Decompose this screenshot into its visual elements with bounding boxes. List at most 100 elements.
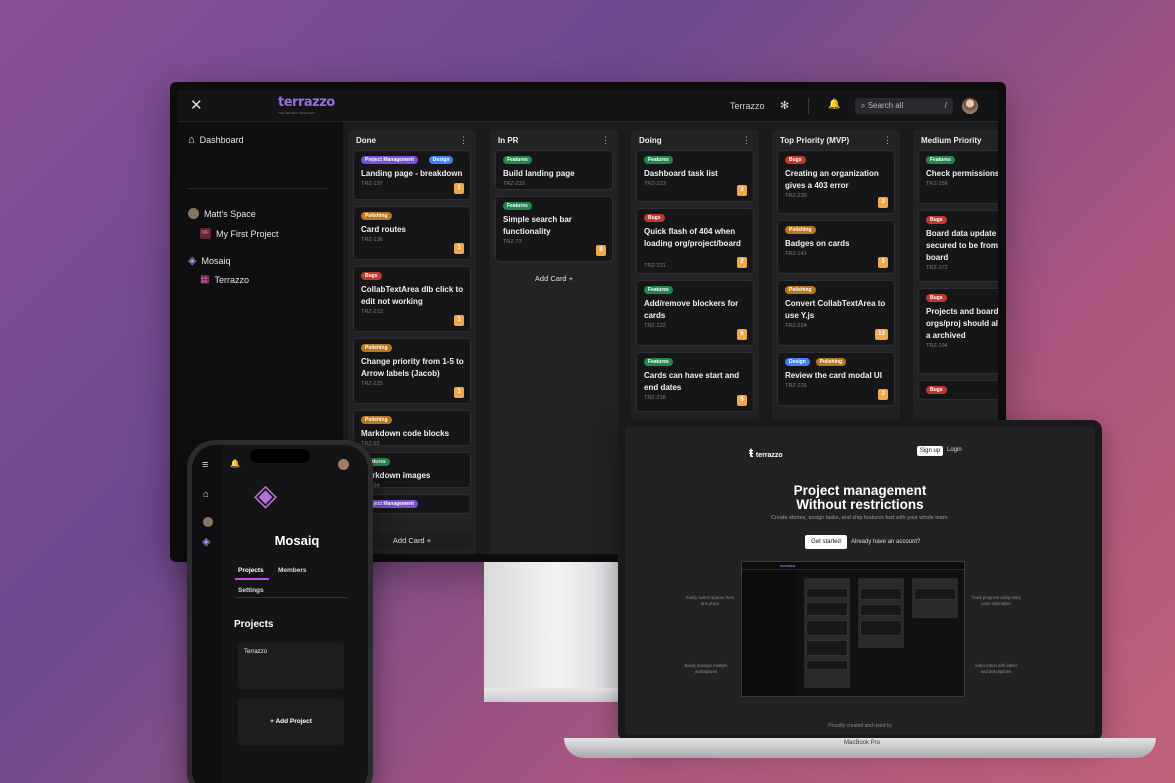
task-card[interactable]: Features Simple search bar functionality T…: [495, 196, 613, 262]
close-icon[interactable]: ✕: [190, 96, 203, 114]
laptop-screen: ŧ terrazzo Sign up Login Project managem…: [625, 427, 1095, 735]
card-title: Markdown code blocks: [361, 429, 450, 438]
sidebar-item-space[interactable]: Matt's Space: [188, 208, 256, 219]
task-card[interactable]: Polishing Convert CollabTextArea to use Y…: [777, 280, 895, 346]
gear-icon[interactable]: ✻: [780, 99, 789, 112]
user-avatar[interactable]: [338, 459, 349, 470]
card-tag: Bugs: [926, 386, 947, 394]
app-preview: terrazzo: [741, 561, 965, 697]
tab-members[interactable]: Members: [278, 567, 307, 574]
user-avatar[interactable]: [962, 98, 978, 114]
card-id: TRZ-141: [785, 251, 807, 257]
feature-note-right-2: Add context with labels and descriptions: [974, 663, 1018, 674]
card-title: Quick flash of 404 when loading org/proj…: [644, 227, 741, 248]
card-title: Simple search bar functionality: [503, 215, 572, 236]
hamburger-menu-icon[interactable]: ≡: [202, 459, 208, 471]
card-title: Convert CollabTextArea to use Y.js: [785, 299, 886, 320]
mosaiq-org-logo-icon: ◈: [254, 479, 278, 512]
column-menu-icon[interactable]: ⋮: [742, 135, 751, 146]
card-tag: Polishing: [361, 416, 392, 424]
story-points-badge: 3: [737, 185, 747, 196]
card-id: TRZ-172: [926, 265, 948, 271]
mosaiq-logo-icon[interactable]: ◈: [202, 535, 210, 548]
card-tag: Polishing: [785, 226, 816, 234]
card-tag: Polishing: [361, 344, 392, 352]
card-title: Board data update not secured to be from…: [926, 229, 998, 262]
already-account-link[interactable]: Already have an account?: [851, 539, 920, 545]
sidebar-item-label: Matt's Space: [204, 208, 256, 219]
task-card[interactable]: Features Add/remove blockers for cards TRZ…: [636, 280, 754, 346]
card-tag: Features: [503, 156, 532, 164]
sidebar-item-dashboard[interactable]: ⌂ Dashboard: [188, 134, 244, 146]
sidebar-item-org[interactable]: ◈ Mosaiq: [188, 254, 230, 267]
terrazzo-logo[interactable]: terrazzo: [278, 95, 335, 110]
column-menu-icon[interactable]: ⋮: [601, 135, 610, 146]
tab-projects[interactable]: Projects: [238, 567, 264, 574]
column-menu-icon[interactable]: ⋮: [459, 135, 468, 146]
hero-subtitle: Create stories, assign tasks, and ship f…: [771, 515, 949, 521]
mosaiq-logo-icon: ◈: [188, 255, 197, 267]
task-card[interactable]: Features Cards can have start and end dat…: [636, 352, 754, 412]
project-card[interactable]: Terrazzo: [238, 643, 344, 689]
preview-card: [806, 602, 848, 616]
story-points-badge: 2: [737, 257, 747, 268]
task-card[interactable]: Bugs: [918, 380, 998, 400]
sidebar-item-org-project[interactable]: ▦ Terrazzo: [200, 274, 249, 285]
task-card[interactable]: Bugs CollabTextArea dlb click to edit not…: [353, 266, 471, 332]
workspace-name[interactable]: Terrazzo: [730, 101, 765, 111]
sidebar-item-label: Terrazzo: [214, 274, 249, 285]
column-title: In PR: [498, 136, 519, 145]
task-card[interactable]: Polishing Markdown code blocks TRZ-92: [353, 410, 471, 447]
login-link[interactable]: Login: [947, 447, 962, 453]
task-card[interactable]: Bugs Creating an organization gives a 403…: [777, 150, 895, 214]
divider: [808, 98, 809, 114]
card-title: Review the card modal UI: [785, 371, 882, 380]
preview-card: [860, 588, 902, 600]
column-menu-icon[interactable]: ⋮: [883, 135, 892, 146]
card-id: TRZ-92: [361, 441, 380, 447]
bell-icon[interactable]: 🔔: [230, 459, 240, 468]
space-avatar-icon[interactable]: [203, 517, 213, 527]
task-card[interactable]: Features Dashboard task list TRZ-223 3: [636, 150, 754, 202]
card-id: TRZ-194: [926, 343, 948, 349]
terrazzo-project-icon: ▦: [200, 274, 210, 285]
get-started-button[interactable]: Get started: [805, 535, 847, 549]
card-title: Change priority from 1-5 to Arrow labels…: [361, 357, 464, 378]
logo-tagline: THE PROJECT MANAGER: [278, 111, 315, 115]
task-card[interactable]: Polishing Card routes TRZ-136 3: [353, 206, 471, 260]
monitor-stand-base: [484, 688, 632, 702]
preview-card: [860, 604, 902, 616]
phone-notch: [250, 449, 310, 463]
task-card[interactable]: Bugs Board data update not secured to be …: [918, 210, 998, 282]
card-tag: Features: [644, 156, 673, 164]
laptop-logo[interactable]: ŧ terrazzo: [749, 445, 783, 460]
add-project-button[interactable]: + Add Project: [238, 699, 344, 745]
footer-text: Proudly created and used by: [828, 723, 892, 729]
task-card[interactable]: Project Management Design Landing page - b…: [353, 150, 471, 200]
story-points-badge: 1: [454, 183, 464, 194]
task-card[interactable]: Bugs Quick flash of 404 when loading org/…: [636, 208, 754, 274]
card-tag: Bugs: [361, 272, 382, 280]
search-placeholder: ⌕ Search all: [861, 101, 904, 110]
add-card-button[interactable]: Add Card +: [495, 270, 613, 288]
card-id: TRZ-221: [644, 263, 666, 269]
card-id: TRZ-224: [785, 323, 807, 329]
task-card[interactable]: Features Check permissions events TRZ-256: [918, 150, 998, 204]
task-card[interactable]: Bugs Projects and board archived orgs/pro…: [918, 288, 998, 374]
task-card[interactable]: Design Polishing Review the card modal UI T…: [777, 352, 895, 406]
home-icon: ⌂: [188, 134, 195, 146]
tab-settings[interactable]: Settings: [238, 587, 264, 594]
card-title: Cards can have start and end dates: [644, 371, 740, 392]
home-icon[interactable]: ⌂: [203, 489, 209, 500]
sidebar-item-project[interactable]: MF My First Project: [200, 228, 279, 239]
card-id: TRZ-73: [503, 239, 522, 245]
board-column: In PR ⋮ Features Build landing page TRZ-233 F…: [490, 130, 618, 554]
task-card[interactable]: Polishing Badges on cards TRZ-141 3: [777, 220, 895, 274]
card-title: Add/remove blockers for cards: [644, 299, 739, 320]
signup-button[interactable]: Sign up: [917, 446, 943, 456]
search-input[interactable]: ⌕ Search all /: [855, 98, 953, 114]
bell-icon[interactable]: 🔔: [828, 99, 840, 110]
task-card[interactable]: Polishing Change priority from 1-5 to Arr…: [353, 338, 471, 404]
task-card[interactable]: Features Build landing page TRZ-233: [495, 150, 613, 190]
card-title: Dashboard task list: [644, 169, 718, 178]
